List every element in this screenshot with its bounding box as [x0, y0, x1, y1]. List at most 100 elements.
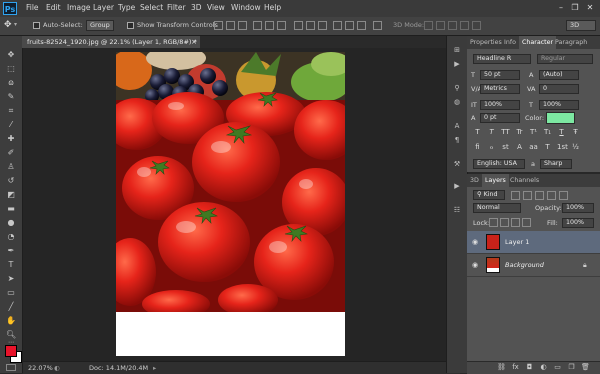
- menu-window[interactable]: Window: [231, 3, 261, 12]
- kerning-field[interactable]: Metrics: [480, 84, 520, 94]
- brush-panel-icon[interactable]: ⚲: [452, 84, 462, 93]
- old-style-button[interactable]: ℴ: [487, 143, 496, 152]
- 3d-scale-icon[interactable]: [472, 21, 481, 30]
- opacity-field[interactable]: 100%: [562, 203, 594, 213]
- document-canvas[interactable]: [116, 52, 345, 356]
- path-select-tool-icon[interactable]: ➤: [6, 274, 16, 284]
- history-panel-icon[interactable]: ⊞: [452, 46, 462, 55]
- 3d-rotate-icon[interactable]: [424, 21, 433, 30]
- blur-tool-icon[interactable]: ●: [6, 218, 16, 228]
- adjustment-layer-icon[interactable]: ◐: [539, 363, 548, 372]
- eye-icon[interactable]: ◉: [472, 238, 481, 246]
- layer-row[interactable]: ◉ Layer 1: [467, 231, 600, 254]
- language-dropdown[interactable]: English: USA: [473, 159, 525, 169]
- 3d-slide-icon[interactable]: [460, 21, 469, 30]
- healing-brush-tool-icon[interactable]: ✚: [6, 134, 16, 144]
- lock-image-icon[interactable]: [500, 218, 509, 227]
- tab-properties[interactable]: Properties: [467, 36, 505, 49]
- close-window-button[interactable]: ✕: [585, 3, 595, 13]
- eyedropper-tool-icon[interactable]: ⁄: [6, 120, 16, 130]
- status-menu-icon[interactable]: ▸: [153, 362, 156, 374]
- tab-layers[interactable]: Layers: [482, 174, 509, 187]
- distribute-bottom-icon[interactable]: [318, 21, 327, 30]
- anti-alias-dropdown[interactable]: Sharp: [540, 159, 572, 169]
- strikethrough-button[interactable]: Ŧ: [571, 128, 580, 137]
- filter-adjustment-icon[interactable]: [523, 191, 532, 200]
- move-tool-icon[interactable]: ✥: [4, 20, 12, 30]
- layer-mask-icon[interactable]: ◘: [525, 363, 534, 372]
- align-bottom-icon[interactable]: [238, 21, 247, 30]
- close-tab-icon[interactable]: ×: [191, 36, 197, 48]
- new-layer-icon[interactable]: ❐: [567, 363, 576, 372]
- lasso-tool-icon[interactable]: ɷ: [6, 78, 16, 88]
- properties-icon[interactable]: ☷: [452, 206, 462, 215]
- tab-channels[interactable]: Channels: [507, 174, 542, 187]
- layer-style-icon[interactable]: fx: [511, 363, 520, 372]
- layer-name[interactable]: Layer 1: [505, 238, 529, 246]
- align-top-icon[interactable]: [214, 21, 223, 30]
- filter-shape-icon[interactable]: [547, 191, 556, 200]
- underline-button[interactable]: T: [557, 128, 566, 137]
- tracking-field[interactable]: 0: [539, 84, 579, 94]
- workspace-dropdown[interactable]: 3D: [566, 20, 596, 31]
- layer-row[interactable]: ◉ Background 🔒︎: [467, 254, 600, 277]
- brush-tool-icon[interactable]: ✐: [6, 148, 16, 158]
- menu-select[interactable]: Select: [140, 3, 163, 12]
- shape-tool-icon[interactable]: ▭: [6, 288, 16, 298]
- document-tab[interactable]: fruits-82524_1920.jpg @ 22.1% (Layer 1, …: [22, 36, 200, 48]
- superscript-button[interactable]: T¹: [529, 128, 538, 137]
- align-right-icon[interactable]: [277, 21, 286, 30]
- horizontal-scale-field[interactable]: 100%: [539, 100, 579, 110]
- move-tool-icon[interactable]: ✥: [6, 50, 16, 60]
- clone-stamp-tool-icon[interactable]: ♙: [6, 162, 16, 172]
- quick-mask-icon[interactable]: [6, 364, 16, 371]
- tab-info[interactable]: Info: [501, 36, 519, 49]
- quick-select-tool-icon[interactable]: ✎: [6, 92, 16, 102]
- align-hcenter-icon[interactable]: [265, 21, 274, 30]
- swash-button[interactable]: A: [515, 143, 524, 152]
- titling-button[interactable]: T: [543, 143, 552, 152]
- 3d-roll-icon[interactable]: [436, 21, 445, 30]
- distribute-vcenter-icon[interactable]: [306, 21, 315, 30]
- trash-icon[interactable]: 🗑︎: [581, 363, 590, 372]
- fractions-button[interactable]: ½: [571, 143, 580, 152]
- distribute-hcenter-icon[interactable]: [345, 21, 354, 30]
- font-style-dropdown[interactable]: Regular: [537, 54, 593, 64]
- foreground-color-swatch[interactable]: [5, 345, 17, 357]
- all-caps-button[interactable]: TT: [501, 128, 510, 137]
- type-tool-icon[interactable]: T: [6, 260, 16, 270]
- font-size-field[interactable]: 50 pt: [480, 70, 520, 80]
- filter-pixel-icon[interactable]: [511, 191, 520, 200]
- tab-character[interactable]: Character: [519, 36, 557, 49]
- new-group-icon[interactable]: ▭: [553, 363, 562, 372]
- menu-help[interactable]: Help: [264, 3, 281, 12]
- paragraph-panel-icon[interactable]: ¶: [452, 136, 462, 145]
- tab-paragraph[interactable]: Paragraph: [552, 36, 590, 49]
- lock-transparent-icon[interactable]: [489, 218, 498, 227]
- eye-icon[interactable]: ◉: [472, 261, 481, 269]
- distribute-left-icon[interactable]: [333, 21, 342, 30]
- text-color-swatch[interactable]: [546, 112, 575, 124]
- distribute-top-icon[interactable]: [294, 21, 303, 30]
- show-transform-checkbox[interactable]: [127, 22, 134, 29]
- clone-source-panel-icon[interactable]: ◍: [452, 98, 462, 107]
- align-vcenter-icon[interactable]: [226, 21, 235, 30]
- pen-tool-icon[interactable]: ✒: [6, 246, 16, 256]
- font-family-dropdown[interactable]: Headline R: [473, 54, 531, 64]
- lock-position-icon[interactable]: [511, 218, 520, 227]
- auto-align-icon[interactable]: [373, 21, 382, 30]
- faux-italic-button[interactable]: T: [487, 128, 496, 137]
- dodge-tool-icon[interactable]: ◔: [6, 232, 16, 242]
- filter-type-icon[interactable]: [535, 191, 544, 200]
- distribute-right-icon[interactable]: [357, 21, 366, 30]
- auto-select-dropdown[interactable]: Group: [86, 20, 114, 31]
- status-info-icon[interactable]: ◐: [54, 362, 60, 374]
- gradient-tool-icon[interactable]: ▬: [6, 204, 16, 214]
- discretionary-ligatures-button[interactable]: st: [501, 143, 510, 152]
- marquee-tool-icon[interactable]: ⬚: [6, 64, 16, 74]
- ordinals-button[interactable]: 1st: [557, 143, 568, 152]
- menu-filter[interactable]: Filter: [167, 3, 186, 12]
- filter-smart-object-icon[interactable]: [559, 191, 568, 200]
- menu-edit[interactable]: Edit: [46, 3, 61, 12]
- tool-presets-icon[interactable]: ⚒: [452, 160, 462, 169]
